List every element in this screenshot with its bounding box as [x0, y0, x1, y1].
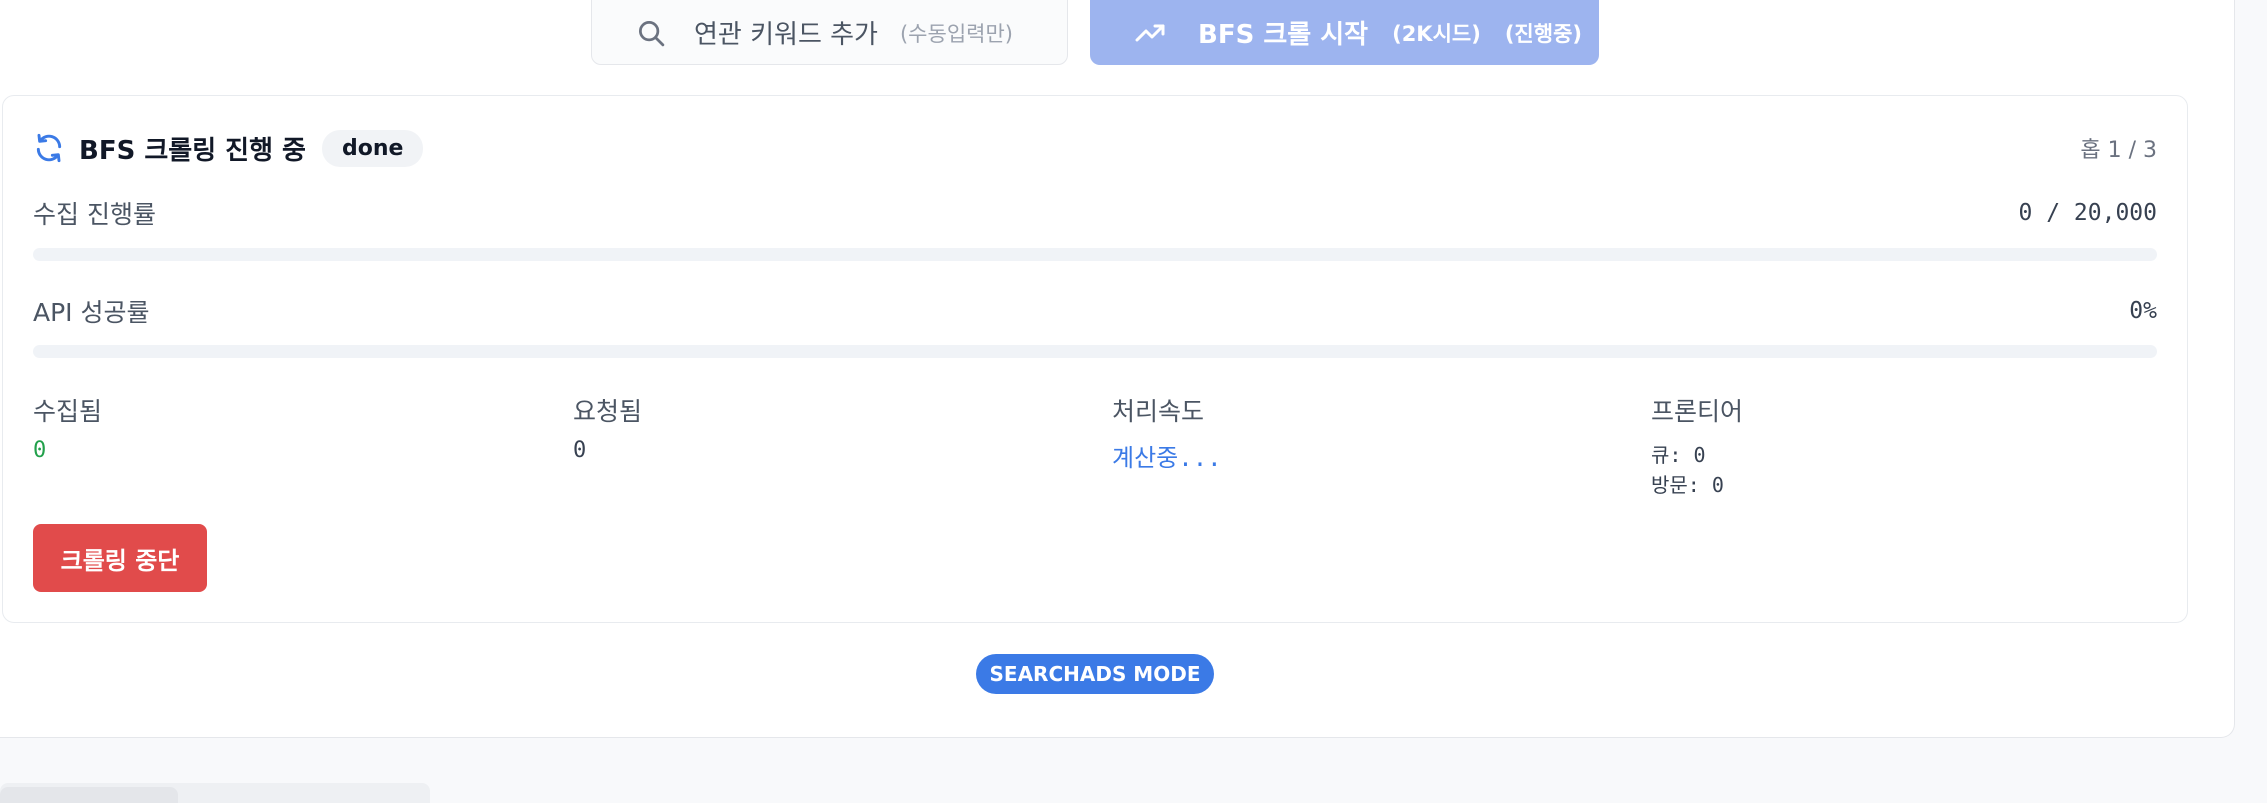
crawl-progress-card: BFS 크롤링 진행 중 done 홉 1 / 3 수집 진행률 0 / 20,…	[2, 95, 2188, 623]
add-related-keyword-button[interactable]: 연관 키워드 추가 (수동입력만)	[591, 0, 1068, 65]
stop-crawl-button[interactable]: 크롤링 중단	[33, 524, 207, 592]
stat-requested-value: 0	[573, 438, 587, 463]
bfs-crawl-start-button[interactable]: BFS 크롤 시작 (2K시드) (진행중)	[1090, 0, 1599, 65]
stat-frontier: 프론티어 큐: 0 방문: 0	[1651, 392, 1743, 500]
collection-progress-value: 0 / 20,000	[2018, 200, 2157, 226]
stat-requested: 요청됨 0	[573, 392, 642, 463]
stat-speed: 처리속도 계산중...	[1112, 392, 1222, 473]
bfs-in-progress-label: (진행중)	[1504, 21, 1582, 46]
sync-icon	[36, 133, 62, 163]
collection-progress-label: 수집 진행률	[33, 200, 156, 229]
collection-progress-bar	[33, 248, 2157, 261]
add-related-keyword-label: 연관 키워드 추가	[694, 20, 878, 50]
trending-up-icon	[1135, 24, 1165, 41]
card-header: BFS 크롤링 진행 중 done 홉 1 / 3	[33, 128, 2157, 168]
api-success-value: 0%	[2129, 298, 2157, 324]
stat-collected: 수집됨 0	[33, 392, 102, 463]
bottom-tab-strip	[0, 783, 430, 803]
status-badge: done	[321, 129, 424, 167]
bfs-seed-count: (2K시드)	[1392, 21, 1481, 46]
bottom-tab[interactable]	[0, 787, 178, 803]
stat-requested-label: 요청됨	[573, 397, 643, 426]
frontier-visited: 방문: 0	[1651, 473, 1724, 497]
hop-indicator: 홉 1 / 3	[2080, 138, 2157, 163]
stat-collected-label: 수집됨	[33, 397, 103, 426]
stat-speed-value: 계산중...	[1112, 444, 1222, 472]
searchads-mode-badge: SEARCHADS MODE	[976, 654, 1214, 694]
api-success-bar	[33, 345, 2157, 358]
main-panel: 연관 키워드 추가 (수동입력만) BFS 크롤 시작 (2K시드) (진행중)…	[0, 0, 2235, 738]
frontier-queue: 큐: 0	[1651, 443, 1706, 467]
api-success-label: API 성공률	[33, 298, 150, 327]
collection-progress-row: 수집 진행률 0 / 20,000	[33, 196, 2157, 230]
stat-collected-value: 0	[33, 438, 47, 463]
bfs-crawl-start-label: BFS 크롤 시작	[1198, 20, 1369, 50]
stat-speed-label: 처리속도	[1112, 397, 1205, 426]
search-icon	[639, 20, 665, 46]
stat-frontier-label: 프론티어	[1651, 397, 1744, 426]
api-success-row: API 성공률 0%	[33, 294, 2157, 328]
stats-grid: 수집됨 0 요청됨 0 처리속도 계산중... 프론티어 큐: 0 방문: 0	[33, 392, 2157, 497]
crawl-title: BFS 크롤링 진행 중	[79, 135, 306, 166]
add-related-keyword-sub: (수동입력만)	[899, 21, 1013, 46]
